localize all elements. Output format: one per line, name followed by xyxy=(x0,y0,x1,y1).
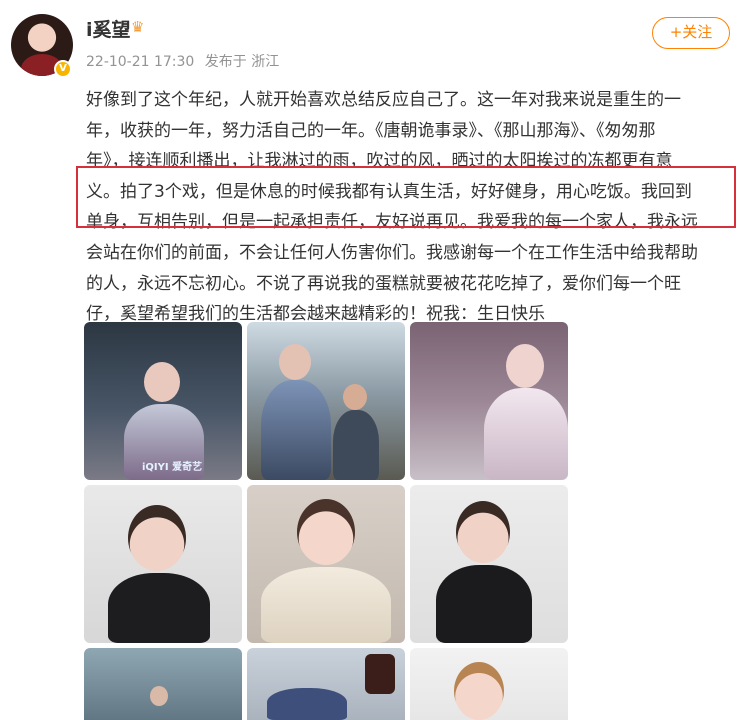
post-source: 发布于 浙江 xyxy=(204,54,280,70)
username[interactable]: i奚望 xyxy=(86,15,131,42)
photo-daily-3[interactable] xyxy=(410,648,568,720)
figure-body xyxy=(333,410,379,480)
photo-daily-2[interactable] xyxy=(247,648,405,720)
photo-drama-still-3[interactable] xyxy=(410,322,568,480)
figure-body xyxy=(436,565,532,643)
highlight-annotation-box xyxy=(76,166,736,228)
figure-body xyxy=(108,573,210,643)
figure-head xyxy=(456,501,510,563)
photo-drama-still-1[interactable]: iQIYI 爱奇艺 xyxy=(84,322,242,480)
photo-portrait-3[interactable] xyxy=(410,485,568,643)
post-line: 会站在你们的前面，不会让任何人伤害你们。我感谢每一个在工作生活中给我帮助 xyxy=(86,242,698,263)
photo-portrait-2[interactable] xyxy=(247,485,405,643)
cake-plate xyxy=(267,688,347,720)
post-meta: 22-10-21 17:30 发布于 浙江 xyxy=(86,51,285,71)
post-line: 年，收获的一年，努力活自己的一年。《唐朝诡事录》、《那山那海》、《匆匆那 xyxy=(86,120,656,141)
verified-v-icon: V xyxy=(54,60,72,78)
figure-head xyxy=(506,344,544,388)
figure-body xyxy=(261,567,391,643)
crown-badge-icon[interactable]: ♛ xyxy=(131,18,144,36)
figure-head xyxy=(144,362,180,402)
figure-head xyxy=(454,662,504,720)
photo-watermark: iQIYI 爱奇艺 xyxy=(142,462,203,473)
figure-head xyxy=(343,384,367,410)
figure-body xyxy=(484,388,568,480)
figure-head xyxy=(128,505,186,571)
photo-portrait-1[interactable] xyxy=(84,485,242,643)
post-timestamp[interactable]: 22-10-21 17:30 xyxy=(86,54,194,70)
figure-body xyxy=(261,380,331,480)
glass xyxy=(365,654,395,694)
figure-head xyxy=(279,344,311,380)
post-line: 好像到了这个年纪，人就开始喜欢总结反应自己了。这一年对我来说是重生的一 xyxy=(86,90,681,110)
post-line: 的人，永远不忘初心。不说了再说我的蛋糕就要被花花吃掉了，爱你们每一个旺 xyxy=(86,273,681,294)
photo-drama-still-2[interactable] xyxy=(247,322,405,480)
figure-head xyxy=(297,499,355,565)
follow-button[interactable]: +关注 xyxy=(652,17,730,49)
photo-daily-1[interactable] xyxy=(84,648,242,720)
figure-head xyxy=(150,686,168,706)
